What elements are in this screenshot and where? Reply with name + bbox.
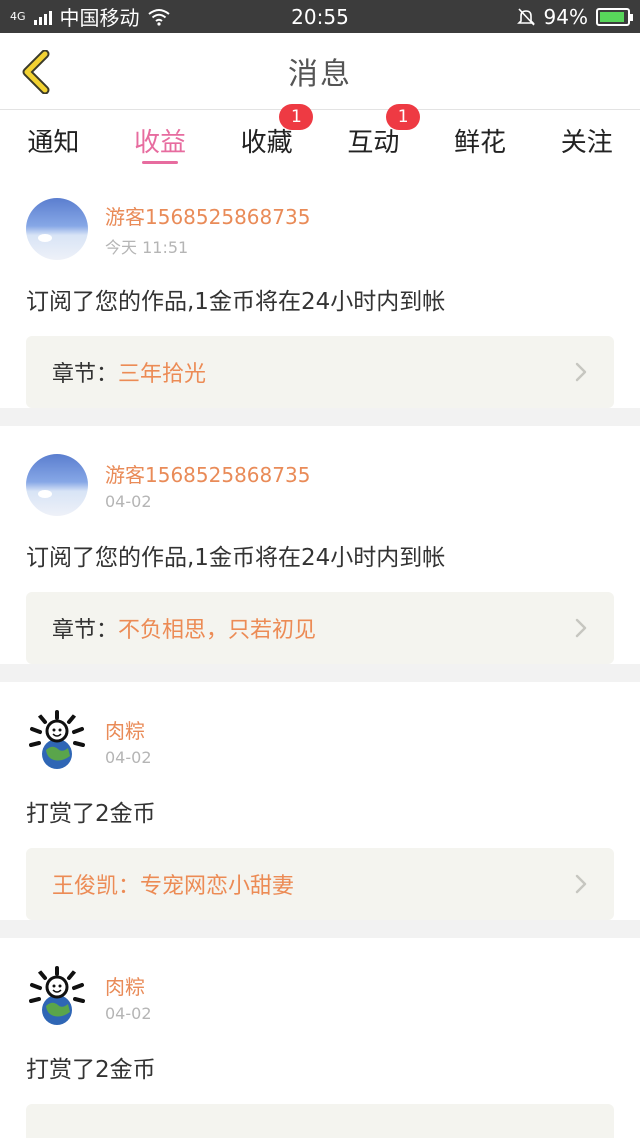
unread-badge: 1 (279, 104, 314, 130)
tab-label: 关注 (560, 127, 613, 158)
message-time: 04-02 (105, 1004, 152, 1023)
tab-4[interactable]: 鲜花 (427, 110, 534, 170)
message-card: 肉粽 04-02 打赏了2金币王俊凯：专宠网恋小甜妻 (0, 682, 640, 920)
message-header: 游客1568525868735 今天 11:51 (26, 170, 614, 260)
message-text: 打赏了2金币 (26, 801, 156, 827)
status-right: 94% (516, 4, 633, 29)
work-link[interactable]: 王俊凯：专宠网恋小甜妻 (26, 848, 614, 920)
user-meta: 游客1568525868735 今天 11:51 (105, 201, 310, 258)
reference-link[interactable] (26, 1104, 614, 1138)
message-time: 04-02 (105, 492, 152, 511)
message-time: 今天 11:51 (105, 237, 189, 257)
carrier-name: 中国移动 (59, 6, 140, 30)
message-time: 04-02 (105, 748, 152, 767)
network-type: 4G (10, 10, 26, 23)
user-meta: 游客1568525868735 04-02 (105, 459, 310, 511)
tab-0[interactable]: 通知 (0, 110, 107, 170)
message-text: 打赏了2金币 (26, 1057, 156, 1083)
globe-avatar-image (26, 966, 88, 1028)
chevron-right-icon (575, 362, 587, 382)
avatar[interactable] (26, 454, 88, 516)
message-feed: 游客1568525868735 今天 11:51 订阅了您的作品,1金币将在24小时… (0, 170, 640, 1138)
chapter-link[interactable]: 章节：三年拾光 (26, 336, 614, 408)
message-card: 肉粽 04-02 打赏了2金币 (0, 938, 640, 1138)
tab-label: 收益 (134, 127, 187, 158)
avatar[interactable] (26, 710, 88, 772)
message-header: 肉粽 04-02 (26, 682, 614, 772)
battery-level (600, 11, 625, 22)
work-title: 王俊凯：专宠网恋小甜妻 (52, 874, 295, 899)
message-header: 肉粽 04-02 (26, 938, 614, 1028)
tab-bar: 通知 收益 收藏 1 互动 1 鲜花 关注 (0, 104, 640, 170)
battery-percent: 94% (543, 4, 588, 29)
chapter-ref: 章节：三年拾光 (52, 356, 206, 388)
battery-icon (596, 7, 633, 26)
chapter-title: 不负相思，只若初见 (118, 618, 317, 643)
user-meta: 肉粽 04-02 (105, 715, 152, 767)
user-name[interactable]: 肉粽 (105, 971, 152, 1000)
back-button[interactable] (14, 47, 58, 97)
tab-2[interactable]: 收藏 1 (213, 104, 320, 170)
message-card: 游客1568525868735 今天 11:51 订阅了您的作品,1金币将在24小时… (0, 170, 640, 408)
avatar[interactable] (26, 198, 88, 260)
chapter-title: 三年拾光 (118, 362, 207, 387)
tab-label: 通知 (27, 127, 80, 158)
chevron-right-icon (575, 874, 587, 894)
status-left: 4G 中国移动 (10, 2, 170, 31)
tab-3[interactable]: 互动 1 (320, 104, 427, 170)
message-text: 订阅了您的作品,1金币将在24小时内到帐 (26, 545, 446, 571)
header: 消息 (0, 33, 640, 110)
tab-5[interactable]: 关注 (533, 110, 640, 170)
chapter-label: 章节： (52, 362, 119, 387)
chapter-link[interactable]: 章节：不负相思，只若初见 (26, 592, 614, 664)
back-arrow-icon (22, 50, 50, 94)
message-text: 订阅了您的作品,1金币将在24小时内到帐 (26, 289, 446, 315)
page-title: 消息 (288, 57, 352, 92)
tab-label: 鲜花 (454, 127, 507, 158)
message-card: 游客1568525868735 04-02 订阅了您的作品,1金币将在24小时内到帐… (0, 426, 640, 664)
mute-bell-icon (516, 7, 535, 26)
signal-icon (33, 9, 52, 25)
chapter-ref: 章节：不负相思，只若初见 (52, 612, 316, 644)
globe-avatar-image (26, 710, 88, 772)
user-name[interactable]: 游客1568525868735 (105, 459, 310, 488)
chapter-label: 章节： (52, 618, 119, 643)
unread-badge: 1 (386, 104, 421, 130)
user-name[interactable]: 肉粽 (105, 715, 152, 744)
user-name[interactable]: 游客1568525868735 (105, 201, 310, 230)
tab-1[interactable]: 收益 (107, 110, 214, 170)
message-header: 游客1568525868735 04-02 (26, 426, 614, 516)
chevron-right-icon (575, 618, 587, 638)
user-meta: 肉粽 04-02 (105, 971, 152, 1023)
wifi-icon (147, 8, 170, 26)
status-bar: 4G 中国移动 20:55 94% (0, 0, 640, 33)
avatar[interactable] (26, 966, 88, 1028)
